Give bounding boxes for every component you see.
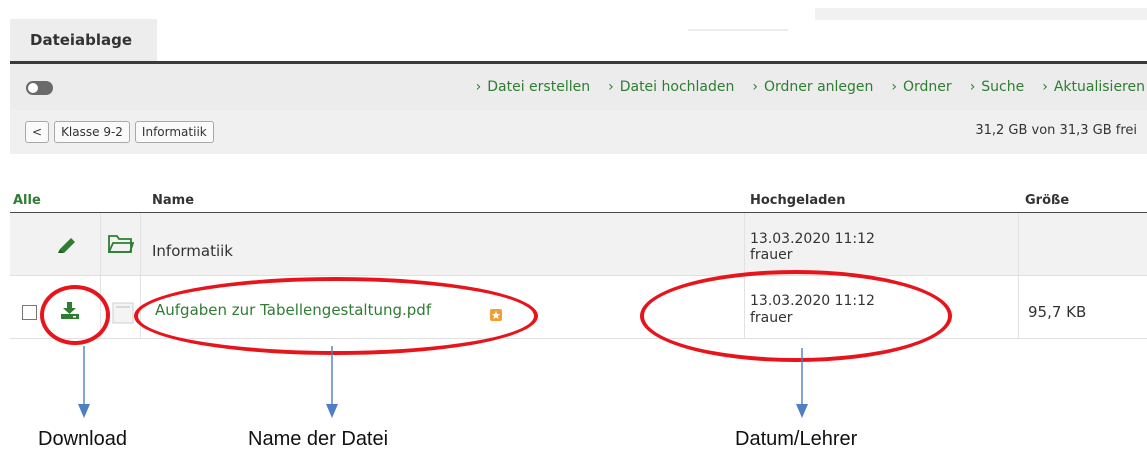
annotation-label-date-teacher: Datum/Lehrer bbox=[735, 428, 858, 450]
annotation-label-download: Download bbox=[38, 428, 127, 450]
annotation-label-filename: Name der Datei bbox=[248, 428, 389, 450]
annotation-arrows bbox=[78, 346, 808, 418]
